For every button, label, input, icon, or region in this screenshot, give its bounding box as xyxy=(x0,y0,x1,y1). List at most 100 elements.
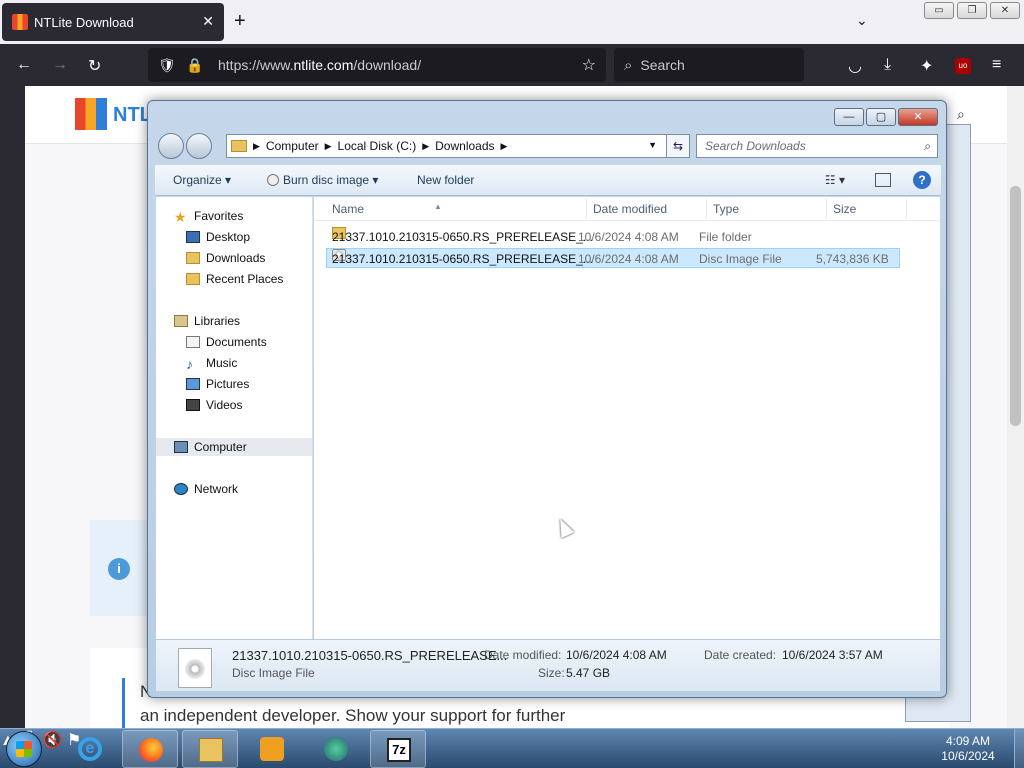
address-row: ▶ Computer ▶ Local Disk (C:) ▶ Downloads… xyxy=(156,133,940,159)
minimize-button[interactable]: ▭ xyxy=(924,2,954,19)
explorer-maximize-button[interactable]: ▢ xyxy=(866,108,896,126)
url-bar[interactable]: 🛡 🔒 https://www.ntlite.com/download/ ☆ xyxy=(148,48,606,82)
refresh-icon[interactable]: ⇆ xyxy=(666,134,690,158)
reload-icon[interactable]: ↻ xyxy=(88,56,101,76)
nav-pictures[interactable]: Pictures xyxy=(186,375,249,393)
column-name[interactable]: Name xyxy=(332,202,364,216)
nav-computer[interactable]: Computer xyxy=(156,438,312,456)
browser-search-input[interactable]: ⌕ Search xyxy=(614,48,804,82)
breadcrumb-computer[interactable]: Computer xyxy=(266,139,319,153)
browser-tab-ntlite[interactable]: NTLite Download ✕ xyxy=(2,3,224,41)
explorer-minimize-button[interactable]: — xyxy=(834,108,864,126)
clock-date: 10/6/2024 xyxy=(941,749,995,763)
column-size[interactable]: Size xyxy=(833,202,856,216)
nav-recent-places[interactable]: Recent Places xyxy=(186,270,283,288)
preview-pane-icon[interactable] xyxy=(875,173,891,187)
file-list-pane: ▲ Name Date modified Type Size 21337.101… xyxy=(314,197,940,639)
libraries-icon xyxy=(174,315,188,327)
column-date-modified[interactable]: Date modified xyxy=(593,202,667,216)
column-type[interactable]: Type xyxy=(713,202,739,216)
explorer-toolbar: Organize ▾ Burn disc image ▾ New folder … xyxy=(155,164,941,196)
file-size: 5,743,836 KB xyxy=(816,252,889,266)
explorer-forward-button[interactable] xyxy=(186,133,212,159)
navigation-pane: ★ Favorites Desktop Downloads Recent Plac… xyxy=(156,197,313,639)
file-row-selected[interactable]: 21337.1010.210315-0650.RS_PRERELEASE_...… xyxy=(326,248,900,268)
sort-ascending-icon: ▲ xyxy=(434,202,442,211)
details-size-value: 5.47 GB xyxy=(566,666,611,680)
burn-disc-icon xyxy=(267,174,279,186)
nav-desktop[interactable]: Desktop xyxy=(186,228,250,246)
details-modified-value: 10/6/2024 4:08 AM xyxy=(566,648,667,662)
back-icon[interactable]: ← xyxy=(16,56,32,74)
column-headers: ▲ Name Date modified Type Size xyxy=(314,197,940,221)
organize-button[interactable]: Organize ▾ xyxy=(173,173,231,187)
details-size-label: Size: xyxy=(538,666,565,680)
file-type: Disc Image File xyxy=(699,252,782,266)
explorer-back-button[interactable] xyxy=(158,133,184,159)
close-button[interactable]: ✕ xyxy=(990,2,1020,19)
new-folder-button[interactable]: New folder xyxy=(417,173,474,187)
page-scrollbar[interactable] xyxy=(1007,86,1024,728)
address-dropdown-icon[interactable]: ▼ xyxy=(648,140,657,150)
pictures-icon xyxy=(186,378,200,390)
nav-documents[interactable]: Documents xyxy=(186,333,267,351)
extensions-icon[interactable]: ✦ xyxy=(920,56,933,76)
bookmark-star-icon[interactable]: ☆ xyxy=(582,55,596,75)
list-all-tabs-chevron-icon[interactable]: ⌄ xyxy=(856,12,868,29)
nav-videos[interactable]: Videos xyxy=(186,396,242,414)
taskbar-globe-app[interactable] xyxy=(308,730,364,768)
search-placeholder: Search xyxy=(640,57,685,73)
details-modified-label: Date modified: xyxy=(484,648,562,662)
forward-icon[interactable]: → xyxy=(52,56,68,74)
lock-icon[interactable]: 🔒 xyxy=(186,57,204,74)
burn-disc-image-button[interactable]: Burn disc image ▾ xyxy=(267,173,378,187)
taskbar-7zip[interactable]: 7z xyxy=(370,730,426,768)
music-icon: ♪ xyxy=(186,356,193,372)
nav-music[interactable]: ♪ Music xyxy=(186,354,237,372)
firefox-icon xyxy=(139,738,163,762)
explorer-folder-icon xyxy=(199,738,223,762)
browser-navigation-bar: ← → ↻ 🛡 🔒 https://www.ntlite.com/downloa… xyxy=(0,44,1024,86)
nav-network[interactable]: Network xyxy=(174,480,238,498)
disc-image-large-icon xyxy=(178,648,212,688)
show-desktop-button[interactable] xyxy=(1014,729,1024,768)
change-view-icon[interactable]: ☷ ▾ xyxy=(825,173,845,187)
menu-icon[interactable]: ≡ xyxy=(992,56,1001,74)
pocket-icon[interactable]: ◡ xyxy=(848,56,862,76)
taskbar-firefox[interactable] xyxy=(122,730,178,768)
star-icon: ★ xyxy=(174,209,187,225)
file-row[interactable]: 21337.1010.210315-0650.RS_PRERELEASE_...… xyxy=(326,227,900,247)
explorer-window-controls: — ▢ ✕ xyxy=(834,108,938,126)
ntlite-favicon-icon xyxy=(12,14,28,30)
start-button[interactable] xyxy=(6,731,42,767)
tray-volume-muted-icon[interactable]: 🔇 xyxy=(43,732,63,749)
taskbar-media-player[interactable] xyxy=(244,730,300,768)
taskbar: e 7z ▲ 🖧 🔇 ⚑ 4:09 AM 10/6/2024 xyxy=(0,728,1024,768)
search-icon[interactable]: ⌕ xyxy=(924,135,931,157)
ntlite-logo-icon[interactable] xyxy=(75,98,107,130)
file-type: File folder xyxy=(699,230,752,244)
nav-favorites[interactable]: ★ Favorites xyxy=(174,207,243,225)
file-date: 10/6/2024 4:08 AM xyxy=(578,252,679,266)
taskbar-clock[interactable]: 4:09 AM 10/6/2024 xyxy=(940,734,996,764)
taskbar-internet-explorer[interactable]: e xyxy=(62,730,118,768)
breadcrumb-local-disk[interactable]: Local Disk (C:) xyxy=(338,139,417,153)
tracking-shield-icon[interactable]: 🛡 xyxy=(158,57,176,74)
taskbar-explorer[interactable] xyxy=(182,730,238,768)
search-downloads-input[interactable]: Search Downloads ⌕ xyxy=(696,134,938,158)
restore-button[interactable]: ❐ xyxy=(957,2,987,19)
tab-close-icon[interactable]: ✕ xyxy=(202,13,214,30)
address-bar[interactable]: ▶ Computer ▶ Local Disk (C:) ▶ Downloads… xyxy=(226,134,688,158)
ublock-icon[interactable]: uo xyxy=(955,58,971,74)
new-tab-button[interactable]: + xyxy=(234,10,246,33)
documents-icon xyxy=(186,336,200,348)
nav-libraries[interactable]: Libraries xyxy=(174,312,240,330)
web-search-icon[interactable]: ⌕ xyxy=(957,106,965,123)
explorer-close-button[interactable]: ✕ xyxy=(898,108,938,126)
videos-icon xyxy=(186,399,200,411)
nav-downloads[interactable]: Downloads xyxy=(186,249,265,267)
downloads-icon[interactable]: ⤓ xyxy=(884,56,891,74)
breadcrumb-downloads[interactable]: Downloads xyxy=(435,139,494,153)
scrollbar-thumb[interactable] xyxy=(1010,186,1021,426)
help-icon[interactable]: ? xyxy=(913,171,931,189)
